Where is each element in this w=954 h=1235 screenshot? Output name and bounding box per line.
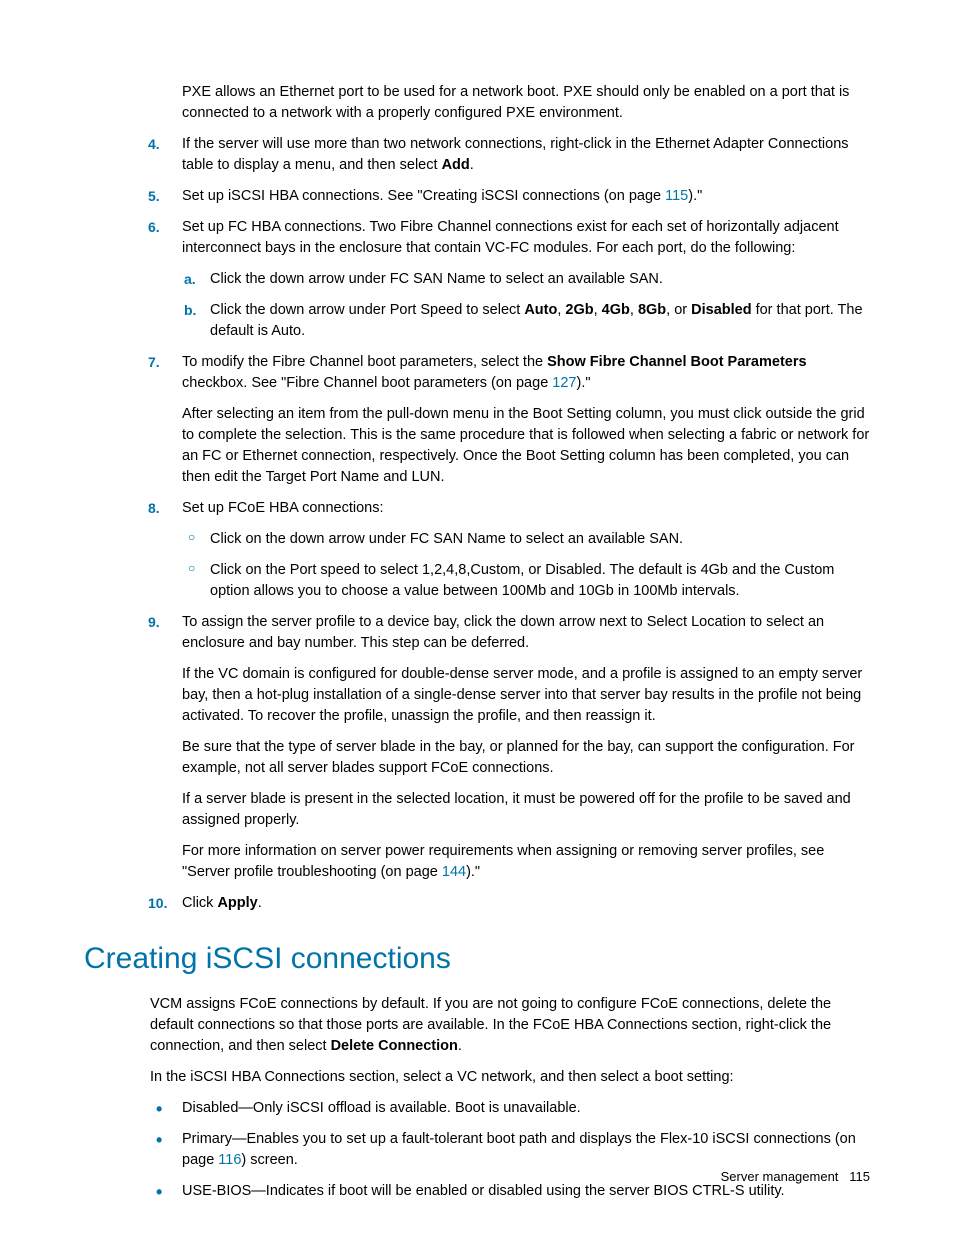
bullet-primary: Primary—Enables you to set up a fault-to… — [182, 1129, 870, 1171]
text: checkbox. See "Fibre Channel boot parame… — [182, 375, 552, 391]
body-p1: VCM assigns FCoE connections by default.… — [150, 994, 870, 1057]
step-7-para: After selecting an item from the pull-do… — [182, 404, 870, 488]
step-6: 6. Set up FC HBA connections. Two Fibre … — [182, 217, 870, 342]
text: VCM assigns FCoE connections by default.… — [150, 996, 831, 1054]
step-9-p2: Be sure that the type of server blade in… — [182, 737, 870, 779]
text: For more information on server power req… — [182, 843, 824, 880]
bold: Show Fibre Channel Boot Parameters — [547, 354, 806, 370]
link-page-116[interactable]: 116 — [218, 1152, 241, 1168]
step-8: 8. Set up FCoE HBA connections: Click on… — [182, 498, 870, 602]
text: To modify the Fibre Channel boot paramet… — [182, 354, 547, 370]
text: , or — [666, 302, 691, 318]
step-8-item-1: Click on the down arrow under FC SAN Nam… — [210, 529, 870, 550]
pxe-paragraph: PXE allows an Ethernet port to be used f… — [182, 82, 870, 124]
bold-apply: Apply — [217, 895, 257, 911]
bullet-disabled: Disabled—Only iSCSI offload is available… — [182, 1098, 870, 1119]
step-6b: b. Click the down arrow under Port Speed… — [210, 300, 870, 342]
text: ) screen. — [241, 1152, 297, 1168]
step-num: 10. — [148, 893, 167, 913]
text: )." — [688, 188, 702, 204]
bold: Disabled — [691, 302, 751, 318]
text: Click — [182, 895, 217, 911]
step-9-p3: If a server blade is present in the sele… — [182, 789, 870, 831]
step-num: 4. — [148, 134, 160, 154]
step-9-p1: If the VC domain is configured for doubl… — [182, 664, 870, 727]
bold: 4Gb — [602, 302, 630, 318]
bold-delete-connection: Delete Connection — [331, 1038, 458, 1054]
link-page-115[interactable]: 115 — [665, 188, 688, 204]
step-4: 4. If the server will use more than two … — [182, 134, 870, 176]
step-9: 9. To assign the server profile to a dev… — [182, 612, 870, 883]
step-7: 7. To modify the Fibre Channel boot para… — [182, 352, 870, 488]
step-5: 5. Set up iSCSI HBA connections. See "Cr… — [182, 186, 870, 207]
step-8-list: Click on the down arrow under FC SAN Nam… — [182, 529, 870, 602]
footer-page: 115 — [849, 1169, 870, 1184]
text: Click the down arrow under Port Speed to… — [210, 302, 524, 318]
text: . — [458, 1038, 462, 1054]
bold: 8Gb — [638, 302, 666, 318]
text: . — [258, 895, 262, 911]
text: Set up FCoE HBA connections: — [182, 500, 384, 516]
body-p2: In the iSCSI HBA Connections section, se… — [150, 1067, 870, 1088]
step-num: 9. — [148, 612, 160, 632]
footer-label: Server management — [721, 1169, 839, 1184]
text: )." — [466, 864, 480, 880]
text: Set up FC HBA connections. Two Fibre Cha… — [182, 219, 839, 256]
text: To assign the server profile to a device… — [182, 614, 824, 651]
step-10: 10. Click Apply. — [182, 893, 870, 914]
step-9-p4: For more information on server power req… — [182, 841, 870, 883]
text: , — [594, 302, 602, 318]
text: , — [630, 302, 638, 318]
bold-add: Add — [442, 157, 470, 173]
link-page-144[interactable]: 144 — [442, 864, 466, 880]
sub-marker: b. — [184, 300, 196, 320]
step-num: 7. — [148, 352, 160, 372]
bold: Auto — [524, 302, 557, 318]
link-page-127[interactable]: 127 — [552, 375, 576, 391]
text: . — [470, 157, 474, 173]
text: )." — [576, 375, 590, 391]
text: Set up iSCSI HBA connections. See "Creat… — [182, 188, 665, 204]
step-num: 6. — [148, 217, 160, 237]
text: If the server will use more than two net… — [182, 136, 849, 173]
page-footer: Server management 115 — [721, 1168, 870, 1187]
text: Click the down arrow under FC SAN Name t… — [210, 271, 663, 287]
step-6-sublist: a. Click the down arrow under FC SAN Nam… — [182, 269, 870, 342]
steps-list: 4. If the server will use more than two … — [84, 134, 870, 914]
step-num: 8. — [148, 498, 160, 518]
step-6a: a. Click the down arrow under FC SAN Nam… — [210, 269, 870, 290]
sub-marker: a. — [184, 269, 196, 289]
heading-creating-iscsi: Creating iSCSI connections — [84, 937, 870, 981]
bold: 2Gb — [565, 302, 593, 318]
step-num: 5. — [148, 186, 160, 206]
step-8-item-2: Click on the Port speed to select 1,2,4,… — [210, 560, 870, 602]
